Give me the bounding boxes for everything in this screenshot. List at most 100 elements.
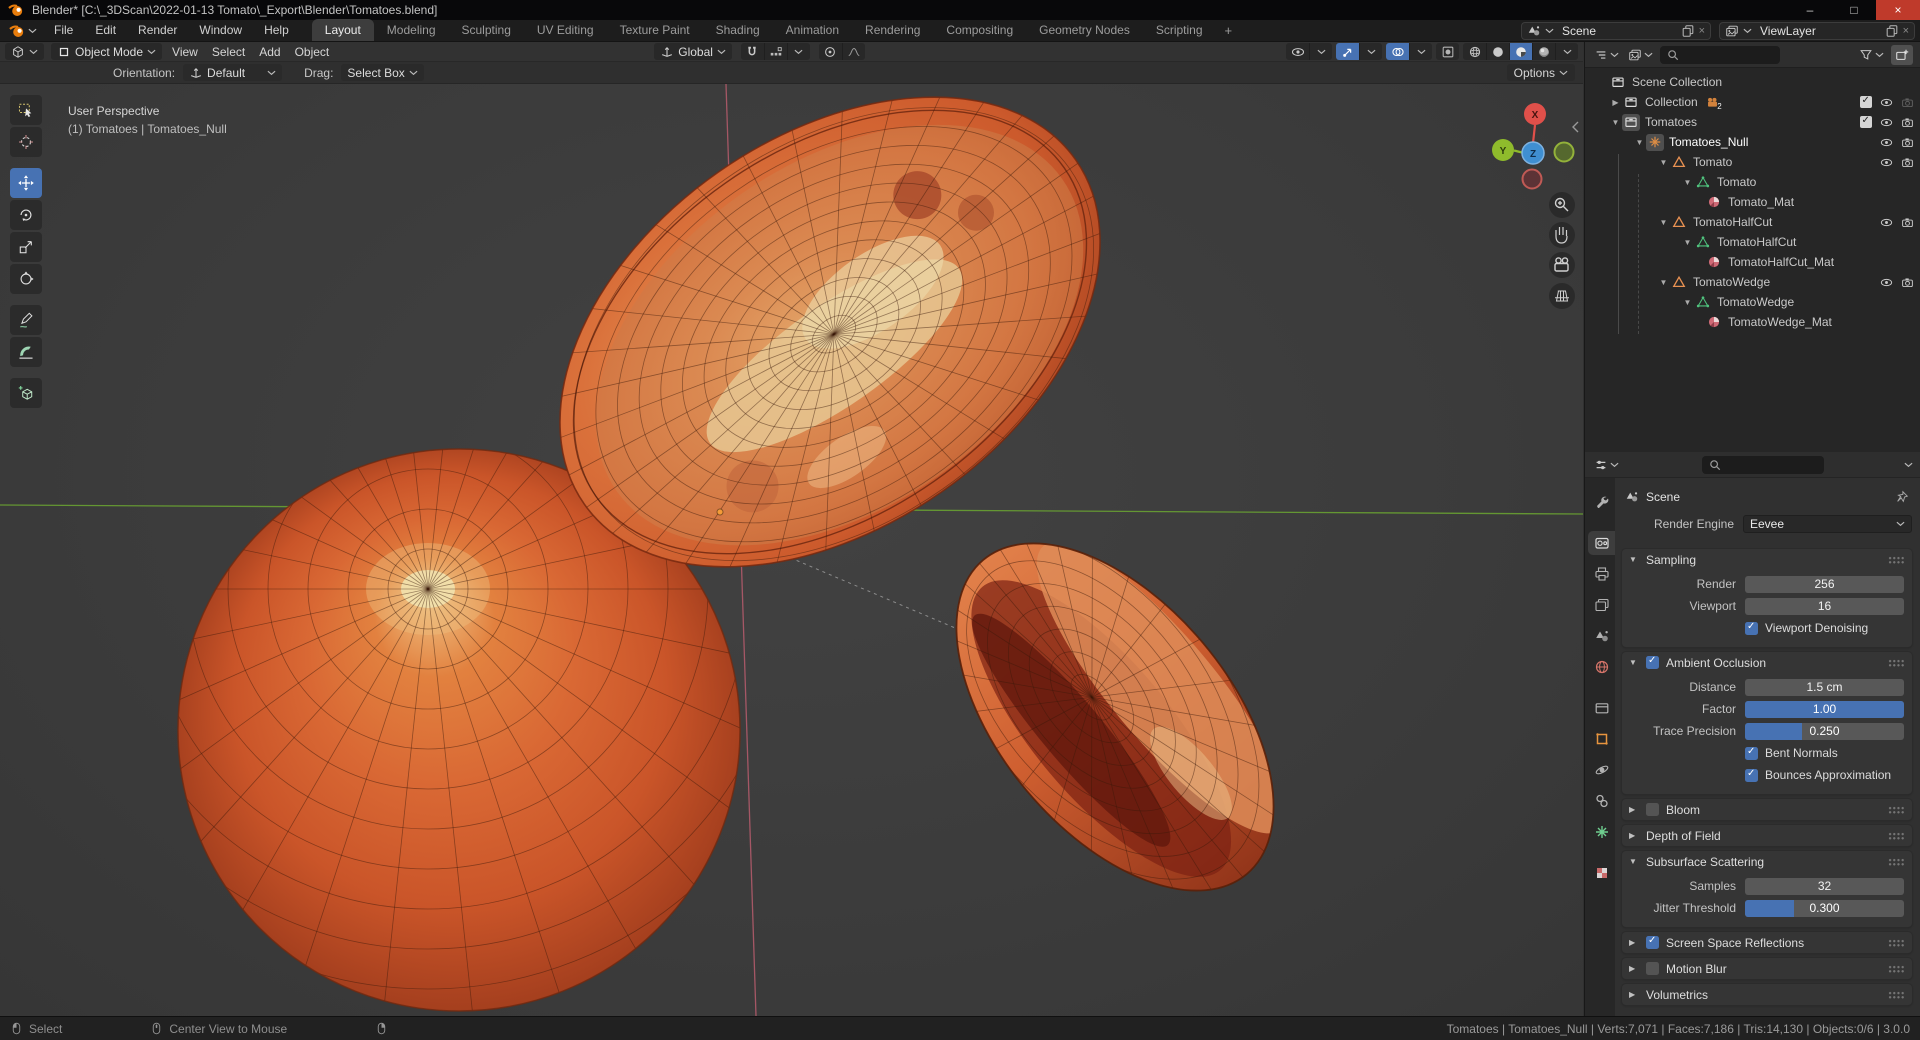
panel-grip-handle[interactable] (1888, 555, 1905, 564)
render-camera-toggle[interactable] (1901, 276, 1914, 289)
tool-button[interactable] (10, 264, 42, 294)
shading-solid-button[interactable] (1486, 43, 1509, 60)
viewport-menu[interactable]: Select (205, 45, 252, 59)
property-checkbox[interactable] (1745, 768, 1758, 782)
outliner-row[interactable]: ▼ Tomatoes (1585, 112, 1920, 132)
gizmo-axis-x-neg[interactable] (1521, 168, 1543, 190)
snap-settings-dropdown[interactable] (763, 43, 787, 60)
pin-icon[interactable] (1895, 490, 1909, 504)
outliner-row[interactable]: ▼ TomatoHalfCut (1585, 232, 1920, 252)
proportional-edit-toggle[interactable] (819, 43, 842, 60)
outliner-item-label[interactable]: Tomatoes (1645, 115, 1697, 129)
workspace-tab[interactable]: Scripting (1143, 19, 1216, 41)
workspace-tab[interactable]: Animation (773, 19, 852, 41)
blender-menu-button[interactable] (0, 23, 43, 39)
panel-header[interactable]: ▶ Depth of Field (1622, 825, 1912, 846)
view-layer-selector[interactable]: ViewLayer × (1719, 21, 1915, 40)
panel-disclosure-arrow[interactable]: ▼ (1629, 658, 1639, 667)
panel-grip-handle[interactable] (1888, 938, 1905, 947)
add-workspace-button[interactable]: + (1216, 23, 1242, 38)
menubar-menu[interactable]: Window (188, 20, 253, 41)
gizmo-axis-y-neg[interactable] (1553, 141, 1575, 163)
hide-eye-toggle[interactable] (1880, 136, 1893, 149)
value-field[interactable]: 1.5 cm (1745, 678, 1904, 696)
value-slider[interactable]: 1.00 (1745, 700, 1904, 718)
render-camera-toggle[interactable] (1901, 116, 1914, 129)
disclosure-arrow[interactable]: ▼ (1657, 278, 1670, 287)
render-engine-dropdown[interactable]: Eevee (1743, 515, 1912, 533)
window-control-button[interactable]: × (1876, 0, 1920, 20)
properties-tab[interactable] (1588, 789, 1615, 813)
panel-grip-handle[interactable] (1888, 658, 1905, 667)
outliner-row[interactable]: ▼ TomatoHalfCut (1585, 212, 1920, 232)
outliner-scope-dropdown[interactable] (1626, 48, 1655, 62)
properties-tab[interactable] (1588, 727, 1615, 751)
panel-enable-checkbox[interactable] (1646, 655, 1659, 669)
remove-view-layer-icon[interactable]: × (1903, 25, 1909, 37)
camera-view-button[interactable] (1549, 252, 1575, 278)
panel-grip-handle[interactable] (1888, 805, 1905, 814)
tool-button[interactable] (10, 95, 42, 125)
outliner-item-label[interactable]: Collection (1645, 95, 1698, 109)
outliner-item-label[interactable]: TomatoWedge (1693, 275, 1770, 289)
overlays-dropdown[interactable] (1409, 43, 1432, 60)
workspace-tab[interactable]: Modeling (374, 19, 449, 41)
value-field[interactable]: 256 (1745, 575, 1904, 593)
workspace-tab[interactable]: Sculpting (449, 19, 524, 41)
value-field[interactable]: 32 (1745, 877, 1904, 895)
outliner-row[interactable]: Scene Collection (1585, 72, 1920, 92)
properties-tab[interactable] (1588, 655, 1615, 679)
menubar-menu[interactable]: File (43, 20, 84, 41)
disclosure-arrow[interactable]: ▼ (1657, 218, 1670, 227)
properties-tab[interactable] (1588, 820, 1615, 844)
visibility-dropdown[interactable] (1309, 43, 1332, 60)
options-dropdown[interactable]: Options (1506, 64, 1575, 81)
outliner-row[interactable]: TomatoHalfCut_Mat (1585, 252, 1920, 272)
menubar-menu[interactable]: Edit (84, 20, 127, 41)
outliner-row[interactable]: ▶ Collection 2 (1585, 92, 1920, 112)
hide-eye-toggle[interactable] (1880, 116, 1893, 129)
object-visibility-toggle[interactable] (1286, 43, 1309, 60)
exclude-checkbox[interactable] (1860, 95, 1872, 108)
new-view-layer-icon[interactable] (1885, 24, 1899, 38)
workspace-tab[interactable]: Geometry Nodes (1026, 19, 1143, 41)
panel-enable-checkbox[interactable] (1646, 935, 1659, 949)
scene-selector[interactable]: Scene × (1521, 21, 1711, 40)
panel-disclosure-arrow[interactable]: ▶ (1629, 938, 1639, 947)
xray-toggle[interactable] (1436, 43, 1459, 60)
render-camera-toggle[interactable] (1901, 136, 1914, 149)
snap-dropdown-arrow[interactable] (786, 43, 810, 60)
menubar-menu[interactable]: Render (127, 20, 188, 41)
new-scene-icon[interactable] (1681, 24, 1695, 38)
outliner-item-label[interactable]: TomatoWedge_Mat (1728, 315, 1832, 329)
tool-button[interactable] (10, 337, 42, 367)
editor-type-button[interactable] (5, 43, 44, 60)
shading-wireframe-button[interactable] (1463, 43, 1486, 60)
orientation-dropdown[interactable]: Default (183, 64, 283, 81)
outliner-item-label[interactable]: TomatoHalfCut_Mat (1728, 255, 1834, 269)
disclosure-arrow[interactable]: ▼ (1609, 118, 1622, 127)
viewport-menu[interactable]: Add (252, 45, 287, 59)
outliner-item-label[interactable]: Tomato (1717, 175, 1756, 189)
unlink-scene-icon[interactable]: × (1699, 25, 1705, 37)
hide-eye-toggle[interactable] (1880, 276, 1893, 289)
panel-header[interactable]: ▼ Subsurface Scattering (1622, 851, 1912, 872)
properties-tab[interactable] (1588, 593, 1615, 617)
panel-disclosure-arrow[interactable]: ▼ (1629, 857, 1639, 866)
outliner-row[interactable]: ▼ Tomato (1585, 152, 1920, 172)
outliner-search-input[interactable] (1660, 45, 1780, 64)
viewport-menu[interactable]: Object (288, 45, 337, 59)
panel-grip-handle[interactable] (1888, 964, 1905, 973)
shading-material-preview-button[interactable] (1509, 43, 1532, 60)
outliner-filter-dropdown[interactable] (1857, 48, 1886, 62)
transform-orientation-dropdown[interactable]: Global (654, 43, 732, 60)
outliner-row[interactable]: Tomato_Mat (1585, 192, 1920, 212)
disclosure-arrow[interactable]: ▼ (1681, 298, 1694, 307)
outliner-item-label[interactable]: TomatoHalfCut (1693, 215, 1772, 229)
drag-dropdown[interactable]: Select Box (341, 64, 424, 81)
outliner-item-label[interactable]: Tomato_Mat (1728, 195, 1794, 209)
hide-eye-toggle[interactable] (1880, 96, 1893, 109)
value-field[interactable]: 16 (1745, 597, 1904, 615)
menubar-menu[interactable]: Help (253, 20, 300, 41)
outliner-item-label[interactable]: Tomato (1693, 155, 1732, 169)
